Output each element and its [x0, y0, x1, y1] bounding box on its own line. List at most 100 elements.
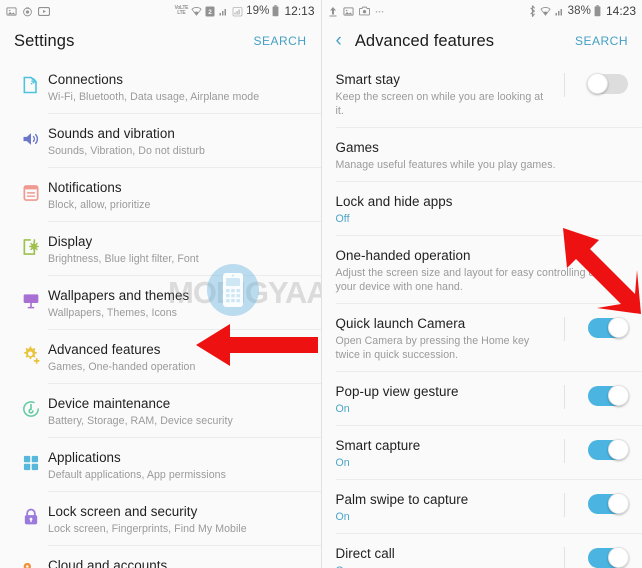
list-item-smart-capture[interactable]: Smart capture On: [322, 426, 642, 480]
sidebar-item-title: Connections: [48, 72, 123, 87]
list-item-subtitle: On: [335, 457, 350, 469]
sidebar-item-applications[interactable]: Applications Default applications, App pe…: [0, 438, 321, 492]
list-item-subtitle: On: [335, 403, 350, 415]
sidebar-item-lock-screen-and-security[interactable]: Lock screen and security Lock screen, Fin…: [0, 492, 321, 546]
toggle-slot: [556, 383, 629, 409]
app-circle-icon: [22, 6, 33, 17]
toggle-switch[interactable]: [588, 439, 629, 460]
list-item-title: Pop-up view gesture: [335, 384, 459, 399]
sidebar-item-connections[interactable]: Connections Wi-Fi, Bluetooth, Data usage,…: [0, 60, 321, 114]
sidebar-item-texts: Sounds and vibration Sounds, Vibration, D…: [48, 125, 307, 158]
sidebar-item-texts: Notifications Block, allow, prioritize: [48, 179, 307, 212]
more-icon: [375, 8, 386, 14]
page-title: Settings: [14, 31, 75, 50]
list-item-texts: Direct call On: [336, 545, 557, 568]
list-item-one-handed-operation[interactable]: One-handed operation Adjust the screen si…: [322, 236, 642, 304]
sidebar-item-wallpapers-and-themes[interactable]: Wallpapers and themes Wallpapers, Themes,…: [0, 276, 321, 330]
signal-bars-2-icon: [232, 6, 243, 17]
list-item-texts: Games Manage useful features while you pl…: [336, 139, 629, 172]
toggle-slot: [556, 71, 628, 97]
list-item-subtitle: On: [335, 511, 350, 523]
toggle-switch[interactable]: [587, 73, 628, 94]
list-item-subtitle: Open Camera by pressing the Home key twi…: [335, 335, 530, 361]
sidebar-item-texts: Connections Wi-Fi, Bluetooth, Data usage,…: [48, 71, 307, 104]
toggle-slot: [556, 437, 629, 463]
sim2-icon: 2: [205, 6, 215, 17]
sidebar-item-texts: Applications Default applications, App pe…: [48, 449, 307, 482]
image-icon: [342, 6, 354, 17]
list-item-lock-and-hide-apps[interactable]: Lock and hide apps Off: [322, 182, 642, 236]
list-item-title: Games: [335, 140, 379, 155]
list-item-title: Lock and hide apps: [335, 194, 453, 209]
clock-label: 14:23: [605, 4, 636, 18]
sidebar-item-title: Device maintenance: [48, 396, 171, 411]
list-item-subtitle: Off: [335, 213, 350, 225]
sidebar-item-title: Lock screen and security: [48, 504, 198, 519]
bluetooth-icon: [528, 5, 537, 17]
sidebar-item-title: Display: [48, 234, 93, 249]
list-item-subtitle: Adjust the screen size and layout for ea…: [335, 267, 598, 293]
list-item-texts: Lock and hide apps Off: [336, 193, 629, 226]
advanced-features-app-bar: ‹ Advanced features SEARCH: [321, 22, 642, 60]
sidebar-item-cloud-and-accounts[interactable]: Cloud and accountsSamsung Cloud, Backup: [0, 546, 321, 568]
status-bar-system-icons: VoLTE LTE 2 19% 12:13: [175, 4, 315, 18]
list-item-games[interactable]: Games Manage useful features while you pl…: [322, 128, 642, 182]
battery-icon: [272, 5, 279, 17]
sidebar-item-device-maintenance[interactable]: Device maintenance Battery, Storage, RAM,…: [0, 384, 321, 438]
chevron-left-icon[interactable]: ‹: [336, 31, 342, 50]
status-bar-system-icons: 38% 14:23: [528, 4, 636, 18]
list-item-palm-swipe-to-capture[interactable]: Palm swipe to capture On: [322, 480, 642, 534]
toggle-knob: [608, 439, 629, 460]
signal-bars-icon: [218, 6, 229, 17]
list-item-smart-stay[interactable]: Smart stay Keep the screen on while you a…: [322, 60, 642, 128]
sidebar-item-subtitle: Brightness, Blue light filter, Font: [48, 253, 199, 265]
list-item-direct-call[interactable]: Direct call On: [322, 534, 642, 568]
list-item-title: Smart capture: [335, 438, 421, 453]
sidebar-item-title: Notifications: [48, 180, 122, 195]
settings-list: Connections Wi-Fi, Bluetooth, Data usage,…: [0, 60, 321, 568]
sidebar-item-display[interactable]: Display Brightness, Blue light filter, Fo…: [0, 222, 321, 276]
toggle-switch[interactable]: [588, 493, 629, 514]
sidebar-item-title: Sounds and vibration: [48, 126, 175, 141]
list-item-pop-up-view-gesture[interactable]: Pop-up view gesture On: [322, 372, 642, 426]
list-item-subtitle: On: [336, 564, 547, 568]
toggle-slot: [556, 545, 629, 568]
sidebar-item-texts: Lock screen and security Lock screen, Fin…: [48, 503, 307, 536]
status-bar-left: VoLTE LTE 2 19% 12:13: [0, 0, 321, 22]
wifi-icon: [539, 6, 551, 17]
sidebar-item-notifications[interactable]: Notifications Block, allow, prioritize: [0, 168, 321, 222]
sidebar-item-subtitle: Block, allow, prioritize: [48, 199, 151, 211]
search-button[interactable]: SEARCH: [575, 34, 628, 48]
toggle-switch[interactable]: [588, 547, 629, 568]
status-bar-right: 38% 14:23: [321, 0, 642, 22]
key-icon: [14, 557, 48, 568]
toggle-knob: [608, 385, 629, 406]
sidebar-item-sounds-and-vibration[interactable]: Sounds and vibration Sounds, Vibration, D…: [0, 114, 321, 168]
sidebar-item-advanced-features[interactable]: Advanced features Games, One-handed opera…: [0, 330, 321, 384]
toggle-switch[interactable]: [588, 317, 629, 338]
settings-app-bar: Settings SEARCH: [0, 22, 321, 60]
sidebar-item-subtitle: Battery, Storage, RAM, Device security: [48, 415, 233, 427]
upload-icon: [328, 6, 338, 17]
image-icon: [6, 6, 17, 17]
list-item-subtitle: Manage useful features while you play ga…: [335, 159, 556, 171]
list-item-quick-launch-camera[interactable]: Quick launch Camera Open Camera by pressi…: [322, 304, 642, 372]
sidebar-item-title: Advanced features: [48, 342, 161, 357]
lte-signal-icon: VoLTE LTE: [174, 5, 189, 16]
sidebar-item-texts: Display Brightness, Blue light filter, Fo…: [48, 233, 307, 266]
search-button[interactable]: SEARCH: [253, 34, 306, 48]
list-item-title: Smart stay: [335, 72, 400, 87]
advanced-features-screen: 38% 14:23 ‹ Advanced features SEARCH Sma…: [321, 0, 642, 568]
toggle-switch[interactable]: [588, 385, 629, 406]
list-item-title: Quick launch Camera: [335, 316, 466, 331]
settings-screen: VoLTE LTE 2 19% 12:13 Settings SEARCH Co…: [0, 0, 322, 568]
sidebar-item-subtitle: Default applications, App permissions: [48, 469, 226, 481]
sidebar-item-title: Cloud and accounts: [48, 558, 168, 568]
toggle-knob: [587, 73, 608, 94]
applications-icon: [14, 449, 48, 473]
list-item-texts: Smart capture On: [336, 437, 557, 470]
list-item-subtitle: Keep the screen on while you are looking…: [335, 91, 544, 117]
list-item-texts: Quick launch Camera Open Camera by pressi…: [336, 315, 557, 362]
notifications-icon: [14, 179, 48, 203]
dual-screenshot-container: VoLTE LTE 2 19% 12:13 Settings SEARCH Co…: [0, 0, 642, 568]
